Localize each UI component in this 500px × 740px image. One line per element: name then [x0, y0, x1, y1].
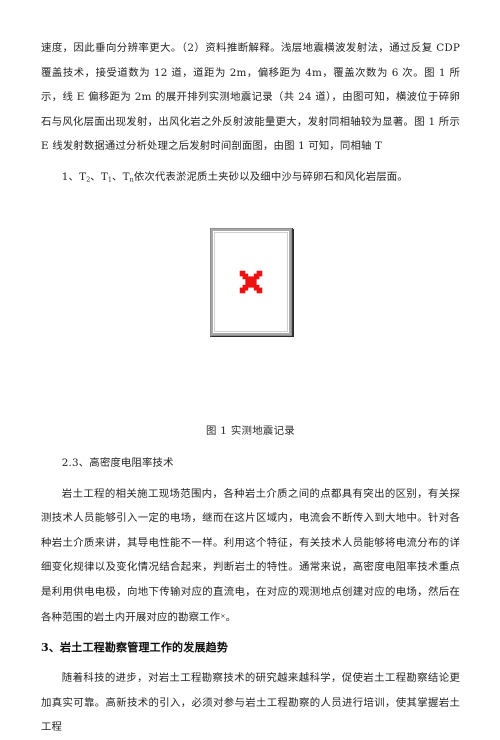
paragraph-4: 随着科技的进步，对岩土工程勘察技术的研究越来越科学，促使岩土工程勘察结论更加真实… [41, 672, 460, 734]
paragraph-2-suffix: 依次代表淤泥质土夹砂以及细中沙与碎卵石和风化岩层面。 [133, 170, 408, 183]
document-body: 速度，因此垂向分辨率更大。（2）资料推断解释。浅层地震横波发射法，通过反复 CD… [41, 36, 460, 733]
paragraph-3-part2: 。 [225, 611, 237, 624]
heading-section-3: 3、岩土工程勘察管理工作的发展趋势 [41, 640, 229, 654]
paragraph-2: 1、T2、T1、Tn依次代表淤泥质土夹砂以及细中沙与碎卵石和风化岩层面。 [41, 165, 460, 192]
figure-container [41, 228, 460, 340]
below-figure-content: 2.3、高密度电阻率技术 岩土工程的相关施工现场范围内，各种岩土介质之间的点都具… [41, 451, 460, 740]
paragraph-2-mid-2: 、T [112, 170, 130, 183]
broken-image-inner [213, 232, 288, 332]
paragraph-3-part1: 岩土工程的相关施工现场范围内，各种岩土介质之间的点都具有突出的区别，有关探测技术… [41, 487, 460, 624]
paragraph-1: 速度，因此垂向分辨率更大。（2）资料推断解释。浅层地震横波发射法，通过反复 CD… [41, 42, 460, 152]
red-x-broken-image-icon [239, 270, 262, 294]
broken-image-placeholder [209, 228, 292, 336]
paragraph-2-mid-1: 、T [90, 170, 108, 183]
paragraph-2-prefix: 1、T [61, 170, 87, 183]
heading-section-2-3: 2.3、高密度电阻率技术 [61, 457, 174, 469]
figure-caption: 图 1 实测地震记录 [206, 425, 295, 437]
paragraph-3: 岩土工程的相关施工现场范围内，各种岩土介质之间的点都具有突出的区别，有关探测技术… [41, 482, 460, 630]
document-page: 速度，因此垂向分辨率更大。（2）资料推断解释。浅层地震横波发射法，通过反复 CD… [0, 0, 500, 733]
